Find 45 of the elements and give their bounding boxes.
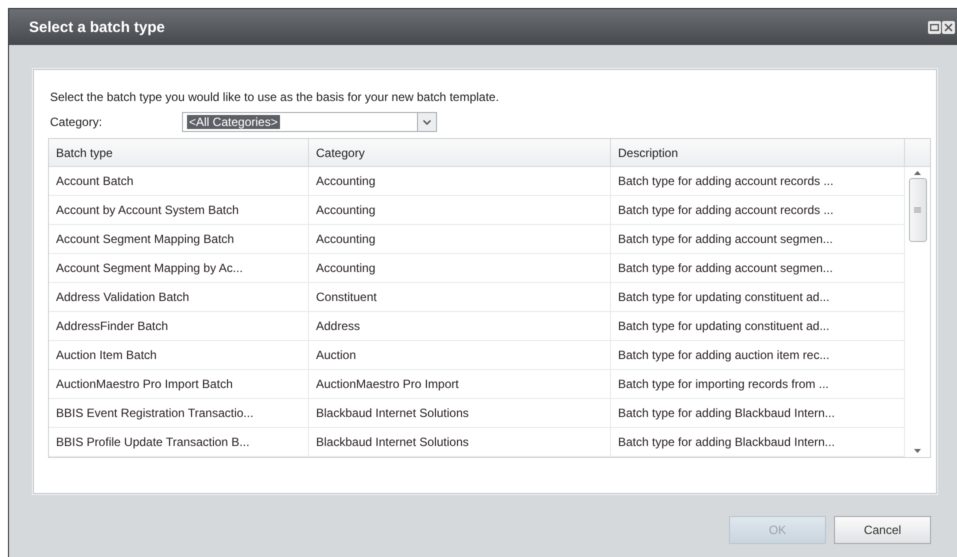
table-cell: Constituent [309, 283, 611, 312]
table-cell: AuctionMaestro Pro Import Batch [49, 370, 309, 399]
table-cell: Address [309, 312, 611, 341]
table-cell: Batch type for adding account records ... [611, 167, 905, 196]
table-cell: BBIS Event Registration Transactio... [49, 399, 309, 428]
table-cell: Auction [309, 341, 611, 370]
table-cell: Accounting [309, 225, 611, 254]
table-cell: Account Segment Mapping Batch [49, 225, 309, 254]
table-cell: Accounting [309, 167, 611, 196]
table-cell: Batch type for updating constituent ad... [611, 283, 905, 312]
table-cell: AuctionMaestro Pro Import [309, 370, 611, 399]
table-cell: BBIS Profile Update Transaction B... [49, 428, 309, 457]
table-cell: Account Segment Mapping by Ac... [49, 254, 309, 283]
table-cell: Blackbaud Internet Solutions [309, 399, 611, 428]
table-cell: Accounting [309, 254, 611, 283]
table-cell: Address Validation Batch [49, 283, 309, 312]
grip-icon [914, 207, 921, 213]
instructions-text: Select the batch type you would like to use as the basis for your new batch template. [50, 90, 500, 104]
window-title: Select a batch type [29, 18, 165, 36]
scroll-up-icon[interactable] [914, 171, 921, 175]
table-cell: Batch type for adding Blackbaud Intern... [611, 399, 905, 428]
table-cell: Batch type for adding auction item rec... [611, 341, 905, 370]
maximize-button[interactable] [928, 20, 941, 34]
cancel-button[interactable]: Cancel [834, 516, 931, 544]
table-cell: Auction Item Batch [49, 341, 309, 370]
scroll-down-icon[interactable] [914, 449, 921, 453]
table-cell: Batch type for adding account records ... [611, 196, 905, 225]
scroll-thumb[interactable] [908, 178, 926, 242]
table-cell: Batch type for importing records from ... [611, 370, 905, 399]
table-cell: Batch type for adding Blackbaud Intern... [611, 428, 905, 457]
table-cell: Account Batch [49, 167, 309, 196]
chevron-down-icon [423, 120, 431, 124]
table-cell: Batch type for adding account segmen... [611, 225, 905, 254]
category-label: Category: [50, 115, 104, 129]
table-cell: AddressFinder Batch [49, 312, 309, 341]
table-cell: Blackbaud Internet Solutions [309, 428, 611, 457]
table-cell: Batch type for adding account segmen... [611, 254, 905, 283]
column-header[interactable]: Description [611, 139, 905, 167]
table-cell: Batch type for updating constituent ad... [611, 312, 905, 341]
category-dropdown[interactable]: <All Categories> [182, 112, 437, 132]
table-cell: Account by Account System Batch [49, 196, 309, 225]
column-header[interactable]: Category [309, 139, 611, 167]
table-cell: Accounting [309, 196, 611, 225]
close-button[interactable] [942, 20, 955, 34]
column-header[interactable]: Batch type [49, 139, 309, 167]
